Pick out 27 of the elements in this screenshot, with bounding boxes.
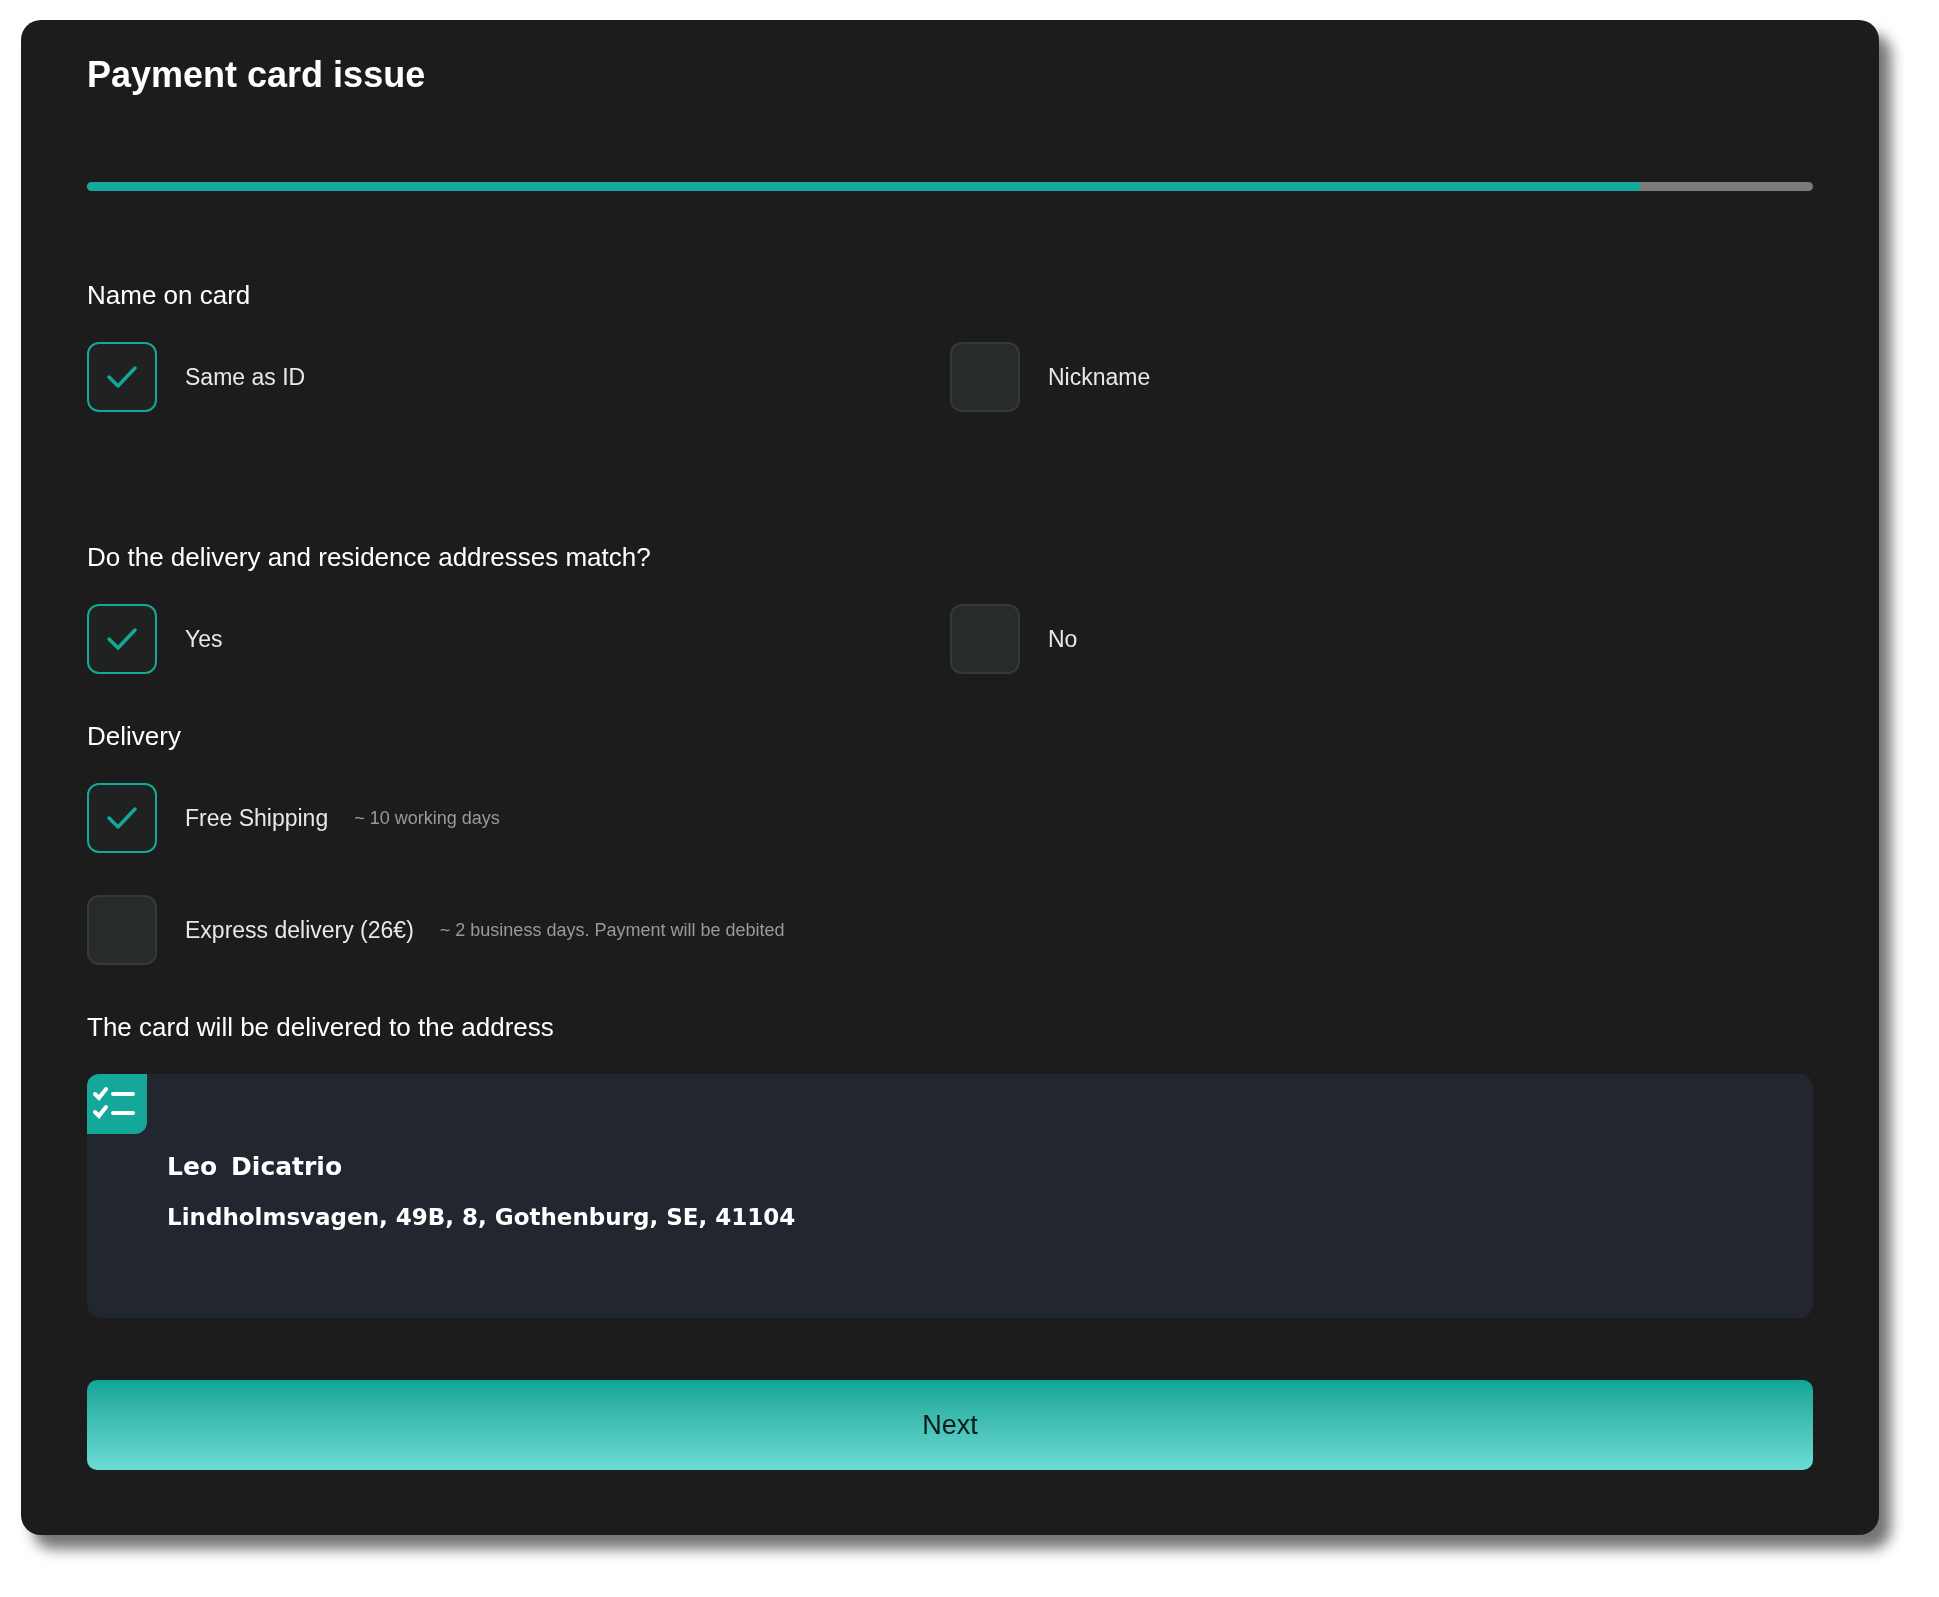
checkbox[interactable] (87, 604, 157, 674)
next-button[interactable]: Next (87, 1380, 1813, 1470)
checklist-icon (87, 1074, 147, 1134)
checkbox[interactable] (87, 342, 157, 412)
option-label: Express delivery (26€) (185, 916, 414, 944)
checkmark-icon (106, 806, 138, 830)
last-name: Dicatrio (231, 1152, 343, 1182)
checkbox[interactable] (950, 342, 1020, 412)
option-label: Same as ID (185, 363, 306, 391)
option-label: No (1048, 625, 1078, 653)
address-line: Lindholmsvagen, 49B, 8, Gothenburg, SE, 41104 (167, 1203, 796, 1232)
option-hint: ~ 2 business days. Payment will be debited (439, 919, 785, 942)
section-label: Do the delivery and residence addresses match? (87, 542, 651, 572)
checkmark-icon (106, 627, 138, 651)
address-heading: The card will be delivered to the address (87, 1012, 554, 1042)
checkbox[interactable] (950, 604, 1020, 674)
section-label: Delivery (87, 721, 181, 751)
option-label: Yes (185, 625, 223, 653)
checkmark-icon (106, 365, 138, 389)
dialog-title: Payment card issue (87, 53, 426, 97)
option-label: Free Shipping (185, 804, 329, 832)
option-label: Nickname (1048, 363, 1151, 391)
checkbox[interactable] (87, 895, 157, 965)
first-name: Leo (167, 1152, 218, 1182)
section-label: Name on card (87, 280, 251, 310)
option-hint: ~ 10 working days (354, 807, 500, 830)
checkbox[interactable] (87, 783, 157, 853)
